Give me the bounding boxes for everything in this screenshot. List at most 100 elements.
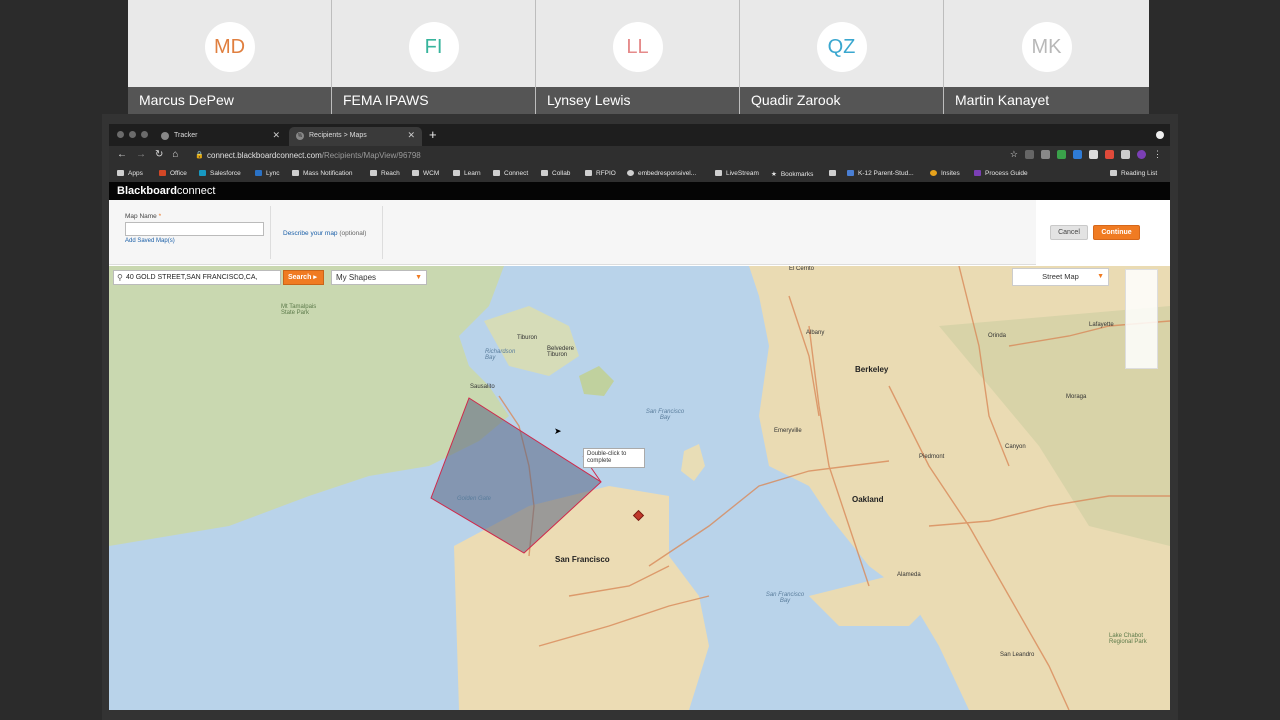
cancel-button[interactable]: Cancel	[1050, 225, 1088, 240]
bookmark-lync[interactable]: Lync	[255, 170, 280, 177]
address-bar[interactable]: 🔒 connect.blackboardconnect.com/Recipien…	[191, 148, 1051, 164]
map-label: Lake Chabot Regional Park	[1109, 633, 1147, 645]
bookmark-mass-notification[interactable]: Mass Notification	[292, 170, 353, 177]
tab-tracker[interactable]: Tracker ✕	[154, 127, 287, 146]
bookmark-star-icon[interactable]: ☆	[1010, 150, 1018, 159]
treasure-island	[681, 444, 705, 481]
map-label: Emeryville	[774, 428, 802, 434]
lync-icon	[255, 170, 262, 176]
bookmark-unnamed[interactable]	[829, 170, 840, 177]
forward-arrow-icon[interactable]: →	[136, 149, 146, 160]
new-tab-button[interactable]: +	[429, 127, 437, 142]
home-icon[interactable]: ⌂	[172, 149, 178, 160]
participant-tile[interactable]: MD Marcus DePew	[128, 0, 332, 114]
insites-icon	[930, 170, 937, 176]
map-label: El Cerrito	[789, 266, 815, 272]
divider	[382, 206, 383, 259]
form-actions: Cancel Continue	[1036, 200, 1170, 265]
reading-list-button[interactable]: Reading List	[1110, 170, 1157, 177]
bookmark-reach[interactable]: Reach	[370, 170, 400, 177]
url-host: connect.blackboardconnect.com	[207, 151, 322, 160]
chevron-right-icon: ▸	[313, 274, 317, 281]
maximize-window-icon[interactable]	[141, 131, 148, 138]
map-label: Lafayette	[1089, 322, 1114, 328]
participant-tile[interactable]: QZ Quadir Zarook	[740, 0, 944, 114]
folder-icon	[493, 170, 500, 176]
my-shapes-dropdown[interactable]: My Shapes ▼	[331, 270, 427, 285]
map-label: Mt Tamalpais State Park	[281, 304, 317, 316]
address-search-input[interactable]: ⚲ 40 GOLD STREET,SAN FRANCISCO,CA,	[113, 270, 281, 285]
zoom-control[interactable]	[1125, 269, 1158, 369]
reload-icon[interactable]: ↻	[155, 149, 163, 160]
continue-button[interactable]: Continue	[1093, 225, 1140, 240]
optional-hint: (optional)	[339, 230, 367, 237]
blackboard-favicon-icon: %	[296, 132, 304, 140]
bookmark-apps[interactable]: Apps	[117, 170, 143, 177]
bookmark-connect[interactable]: Connect	[493, 170, 528, 177]
image-bookmark-icon	[829, 170, 836, 176]
map-label: San Francisco	[555, 555, 610, 564]
brand-suffix: connect	[176, 185, 216, 197]
close-window-icon[interactable]	[117, 131, 124, 138]
minimize-window-icon[interactable]	[129, 131, 136, 138]
bookmark-insites[interactable]: Insites	[930, 170, 960, 177]
participant-name: Marcus DePew	[128, 87, 331, 114]
profile-avatar-icon[interactable]	[1137, 150, 1146, 159]
map-name-input[interactable]	[125, 222, 264, 236]
extension-icon[interactable]	[1041, 150, 1050, 159]
extension-icon[interactable]	[1057, 150, 1066, 159]
add-saved-maps-link[interactable]: Add Saved Map(s)	[125, 238, 175, 244]
avatar: QZ	[816, 22, 867, 72]
bookmark-livestream[interactable]: LiveStream	[715, 170, 759, 177]
participant-tile[interactable]: FI FEMA IPAWS	[332, 0, 536, 114]
bookmark-process-guide[interactable]: Process Guide	[974, 170, 1028, 177]
close-tab-icon[interactable]: ✕	[272, 130, 280, 141]
puzzle-extensions-icon[interactable]	[1121, 150, 1130, 159]
tab-recipients-maps[interactable]: % Recipients > Maps ✕	[289, 127, 422, 146]
map-label: Alameda	[897, 572, 921, 578]
map-label: San Francisco Bay	[765, 592, 805, 604]
extension-icon[interactable]	[1073, 150, 1082, 159]
bookmark-salesforce[interactable]: Salesforce	[199, 170, 241, 177]
extensions-area: ☆ ⋮	[1010, 150, 1162, 159]
bookmark-embedresponsive[interactable]: embedresponsivel...	[627, 170, 696, 177]
profile-status-icon[interactable]	[1156, 131, 1164, 139]
map-label: Canyon	[1005, 444, 1026, 450]
map-graphic	[109, 266, 1170, 710]
avatar: FI	[408, 22, 459, 72]
participant-name: Martin Kanayet	[944, 87, 1149, 114]
mouse-cursor-icon: ➤	[554, 426, 562, 436]
bookmark-k12-parent[interactable]: K-12 Parent-Stud...	[847, 170, 914, 177]
draw-tooltip: Double-click to complete	[583, 448, 645, 468]
divider	[270, 206, 271, 259]
chevron-down-icon: ▼	[1097, 273, 1104, 280]
bookmark-office[interactable]: Office	[159, 170, 187, 177]
tab-label: Recipients > Maps	[309, 132, 367, 139]
map-label: Berkeley	[855, 365, 889, 374]
extension-icon[interactable]	[1025, 150, 1034, 159]
participant-tile[interactable]: LL Lynsey Lewis	[536, 0, 740, 114]
extension-icon[interactable]	[1105, 150, 1114, 159]
avatar: MD	[204, 22, 255, 72]
participant-tile[interactable]: MK Martin Kanayet	[944, 0, 1149, 114]
chevron-down-icon: ▼	[415, 274, 422, 281]
k12-icon	[847, 170, 854, 176]
close-tab-icon[interactable]: ✕	[407, 130, 415, 141]
bookmark-wcm[interactable]: WCM	[412, 170, 439, 177]
bookmark-bookmarks[interactable]: ★ Bookmarks	[771, 170, 813, 178]
menu-kebab-icon[interactable]: ⋮	[1153, 150, 1162, 159]
extension-icon[interactable]	[1089, 150, 1098, 159]
window-controls[interactable]	[117, 131, 148, 138]
search-button[interactable]: Search ▸	[283, 270, 324, 285]
map-canvas[interactable]: El Cerrito Albany Berkeley Orinda Lafaye…	[109, 266, 1170, 710]
bookmark-collab[interactable]: Collab	[541, 170, 570, 177]
globe-icon	[627, 170, 634, 176]
bookmark-rfpio[interactable]: RFPIO	[585, 170, 616, 177]
browser-window: Tracker ✕ % Recipients > Maps ✕ + ← → ↻ …	[109, 124, 1170, 710]
bookmark-learn[interactable]: Learn	[453, 170, 481, 177]
map-form: Map Name * Add Saved Map(s) Describe you…	[109, 200, 1170, 265]
describe-map-link[interactable]: Describe your map (optional)	[283, 230, 366, 237]
back-arrow-icon[interactable]: ←	[117, 149, 127, 160]
basemap-dropdown[interactable]: Street Map ▼	[1012, 268, 1109, 286]
brand-name: Blackboard	[117, 185, 177, 197]
